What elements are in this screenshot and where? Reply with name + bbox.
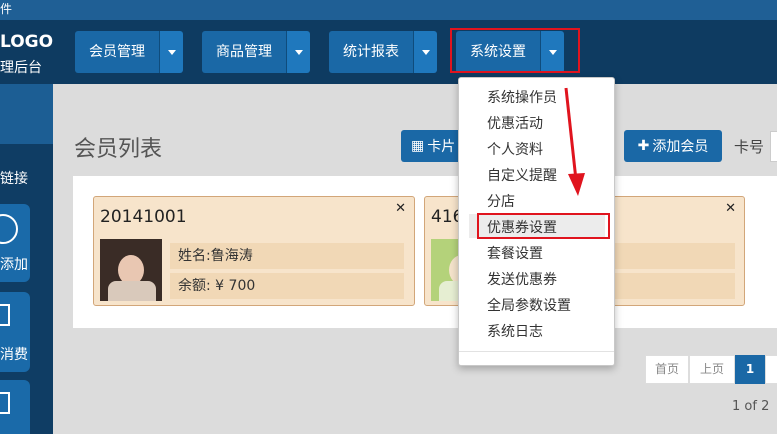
menu-item-package-settings[interactable]: 套餐设置 [487,243,543,263]
menu-item-global-parameters[interactable]: 全局参数设置 [487,295,571,315]
pager-next-button[interactable]: 下 [765,355,777,384]
caret-down-icon[interactable] [413,31,437,73]
card-number-label: 卡号 [734,138,765,156]
menu-item-custom-reminder[interactable]: 自定义提醒 [487,165,557,185]
sidebar-item-label: 添加 [0,257,28,273]
menu-item-send-coupon[interactable]: 发送优惠券 [487,269,557,289]
menu-item-profile[interactable]: 个人资料 [487,139,543,159]
window-title: 件 [0,2,13,16]
sidebar-selected-item[interactable] [0,84,53,144]
name-label: 姓名: [178,248,211,264]
menu-item-system-log[interactable]: 系统日志 [487,321,543,341]
nav-label[interactable]: 商品管理 [202,31,286,73]
member-name: 鲁海涛 [210,248,253,264]
document-icon [0,392,10,414]
grid-icon: ▦ [411,138,425,154]
avatar [100,239,162,301]
document-icon [0,304,10,326]
menu-item-promotions[interactable]: 优惠活动 [487,113,543,133]
sidebar-item-more[interactable] [0,380,30,434]
sidebar-item-consume[interactable]: 消费 [0,292,30,372]
dropdown-divider [459,351,614,352]
top-header: LOGO 理后台 会员管理 商品管理 统计报表 系统设置 [0,20,777,84]
caret-down-icon[interactable] [286,31,310,73]
balance-label: 余额: [178,278,211,294]
card-view-button[interactable]: ▦ 卡片 [401,130,461,162]
add-member-label: 添加会员 [652,139,709,155]
add-member-button[interactable]: ✚ 添加会员 [624,130,722,162]
pager-first-button[interactable]: 首页 [645,355,689,384]
sidebar-item-add[interactable]: 添加 [0,204,30,282]
admin-subtitle: 理后台 [0,60,42,76]
nav-member-management[interactable]: 会员管理 [75,31,183,73]
sidebar-item-link[interactable]: 链接 [0,168,28,188]
page-count: 1 of 2 [732,399,770,414]
sidebar-item-label: 消费 [0,347,28,363]
pager-current-page[interactable]: 1 [735,355,765,384]
card-number-input[interactable] [770,131,777,162]
highlight-box-system-settings [450,28,580,73]
caret-down-icon[interactable] [159,31,183,73]
pager-prev-button[interactable]: 上页 [689,355,735,384]
plus-icon: ✚ [637,138,650,154]
member-card-number: 20141001 [100,207,187,227]
card-view-label: 卡片 [427,139,456,155]
close-icon[interactable]: ✕ [725,201,736,216]
currency-symbol: ¥ [215,278,225,294]
member-card[interactable]: 20141001 ✕ 姓名:鲁海涛 余额: ¥ 700 [93,196,415,306]
nav-label[interactable]: 会员管理 [75,31,159,73]
member-balance: 700 [228,278,256,294]
logo: LOGO [0,32,54,52]
circle-plus-icon [0,214,18,244]
member-name-row: 姓名:鲁海涛 [170,243,404,269]
highlight-box-coupon-settings [477,213,610,239]
nav-statistics-report[interactable]: 统计报表 [329,31,437,73]
sidebar: 链接 添加 消费 [0,84,53,434]
nav-label[interactable]: 统计报表 [329,31,413,73]
close-icon[interactable]: ✕ [395,201,406,216]
page-title: 会员列表 [74,137,163,162]
menu-item-system-operator[interactable]: 系统操作员 [487,87,557,107]
menu-item-branch[interactable]: 分店 [487,191,515,211]
window-title-strip: 件 [0,0,777,20]
nav-product-management[interactable]: 商品管理 [202,31,310,73]
member-balance-row: 余额: ¥ 700 [170,273,404,299]
